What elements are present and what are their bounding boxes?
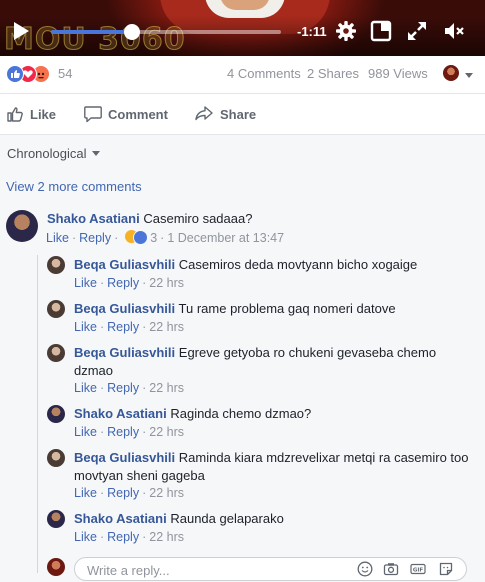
settings-gear-icon[interactable] [335, 20, 357, 42]
video-progress-handle[interactable] [123, 24, 140, 40]
reply-timestamp[interactable]: 22 hrs [149, 276, 184, 290]
comment-reactions[interactable] [124, 230, 148, 245]
reply-reply-link[interactable]: Reply [107, 486, 139, 500]
current-user-avatar[interactable] [47, 558, 65, 576]
comment-text: Casemiro sadaaa? [143, 211, 253, 226]
reply-author[interactable]: Beqa Guliasvhili [74, 301, 175, 316]
comment-bubble-icon [84, 106, 102, 123]
comment-like-link[interactable]: Like [46, 231, 69, 245]
reply-reply-link[interactable]: Reply [107, 276, 139, 290]
svg-text:GIF: GIF [413, 568, 424, 574]
reply-input[interactable] [85, 560, 344, 580]
comment-button[interactable]: Comment [83, 104, 173, 124]
post-as-avatar[interactable] [443, 65, 459, 81]
views-count: 989 Views [368, 66, 428, 81]
reply-timestamp[interactable]: 22 hrs [149, 425, 184, 439]
reply-timestamp[interactable]: 22 hrs [149, 530, 184, 544]
reply-actions: Like · Reply · 22 hrs [74, 320, 184, 334]
reply-thread-line [37, 255, 38, 573]
reply-actions: Like · Reply · 22 hrs [74, 530, 184, 544]
comment: Shako Asatiani Casemiro sadaaa? [47, 210, 477, 228]
reply-author[interactable]: Shako Asatiani [74, 406, 167, 421]
avatar[interactable] [47, 449, 65, 467]
reply: Shako Asatiani Raunda gelaparako [74, 510, 474, 528]
reply: Shako Asatiani Raginda chemo dzmao? [74, 405, 474, 423]
avatar[interactable] [6, 210, 38, 242]
reply-text: Tu rame problema gaq nomeri datove [178, 301, 396, 316]
play-icon[interactable] [14, 22, 29, 40]
reaction-count[interactable]: 54 [58, 66, 72, 81]
reply-author[interactable]: Beqa Guliasvhili [74, 450, 175, 465]
comments-count-link[interactable]: 4 Comments [227, 66, 301, 81]
reply-like-link[interactable]: Like [74, 486, 97, 500]
comment-timestamp[interactable]: 1 December at 13:47 [167, 231, 284, 245]
avatar[interactable] [47, 300, 65, 318]
reply-reply-link[interactable]: Reply [107, 530, 139, 544]
chevron-down-icon[interactable] [465, 73, 473, 78]
reply-timestamp[interactable]: 22 hrs [149, 486, 184, 500]
fullscreen-icon[interactable] [406, 20, 428, 42]
reply-reply-link[interactable]: Reply [107, 320, 139, 334]
gif-icon[interactable]: GIF [410, 561, 426, 577]
volume-muted-icon[interactable] [443, 20, 465, 42]
shares-count-link[interactable]: 2 Shares [307, 66, 359, 81]
share-button[interactable]: Share [194, 104, 264, 124]
sort-dropdown-label: Chronological [7, 146, 87, 161]
reply-like-link[interactable]: Like [74, 276, 97, 290]
comment-author[interactable]: Shako Asatiani [47, 211, 140, 226]
chevron-down-icon [92, 151, 101, 156]
reply-text: Casemiros deda movtyann bicho xogaige [178, 257, 418, 272]
comment-reply-link[interactable]: Reply [79, 231, 111, 245]
share-arrow-icon [195, 106, 213, 121]
pip-icon[interactable] [370, 20, 392, 42]
reply-text: Raginda chemo dzmao? [170, 406, 312, 421]
video-player[interactable]: MOU 3060 -1:11 [0, 0, 485, 56]
reply: Beqa Guliasvhili Raminda kiara mdzreveli… [74, 449, 474, 485]
reply-like-link[interactable]: Like [74, 320, 97, 334]
video-progress-fill [51, 30, 132, 34]
emoji-icon[interactable] [357, 561, 373, 577]
comment-actions: Like · Reply · 3 · 1 December at 13:47 [46, 230, 285, 245]
video-time-remaining: -1:11 [297, 24, 327, 39]
reply-author[interactable]: Shako Asatiani [74, 511, 167, 526]
reply-timestamp[interactable]: 22 hrs [149, 381, 184, 395]
avatar[interactable] [47, 256, 65, 274]
reply-like-link[interactable]: Like [74, 530, 97, 544]
reply-actions: Like · Reply · 22 hrs [74, 486, 184, 500]
reply: Beqa Guliasvhili Casemiros deda movtyann… [74, 256, 474, 274]
view-more-comments-link[interactable]: View 2 more comments [6, 179, 142, 194]
reply-reply-link[interactable]: Reply [107, 425, 139, 439]
like-reaction-icon [132, 230, 148, 245]
sort-dropdown[interactable]: Chronological [7, 146, 101, 161]
reply-like-link[interactable]: Like [74, 425, 97, 439]
avatar[interactable] [47, 344, 65, 362]
sticker-icon[interactable] [438, 561, 454, 577]
reply-author[interactable]: Beqa Guliasvhili [74, 257, 175, 272]
reply-actions: Like · Reply · 22 hrs [74, 276, 184, 290]
like-button[interactable]: Like [6, 104, 66, 124]
reply: Beqa Guliasvhili Tu rame problema gaq no… [74, 300, 474, 318]
reply-composer[interactable]: GIF [74, 557, 467, 581]
divider [0, 93, 485, 94]
reply-like-link[interactable]: Like [74, 381, 97, 395]
reply-actions: Like · Reply · 22 hrs [74, 381, 184, 395]
reply-reply-link[interactable]: Reply [107, 381, 139, 395]
reply-timestamp[interactable]: 22 hrs [149, 320, 184, 334]
reply: Beqa Guliasvhili Egreve getyoba ro chuke… [74, 344, 474, 380]
avatar[interactable] [47, 510, 65, 528]
camera-icon[interactable] [383, 561, 399, 577]
avatar[interactable] [47, 405, 65, 423]
video-watermark: MOU 3060 [4, 22, 186, 57]
reply-author[interactable]: Beqa Guliasvhili [74, 345, 175, 360]
reply-text: Raunda gelaparako [170, 511, 284, 526]
video-progress-bar[interactable] [51, 24, 281, 40]
like-reaction-icon [6, 65, 24, 83]
reply-actions: Like · Reply · 22 hrs [74, 425, 184, 439]
thumbs-up-icon [7, 107, 23, 122]
